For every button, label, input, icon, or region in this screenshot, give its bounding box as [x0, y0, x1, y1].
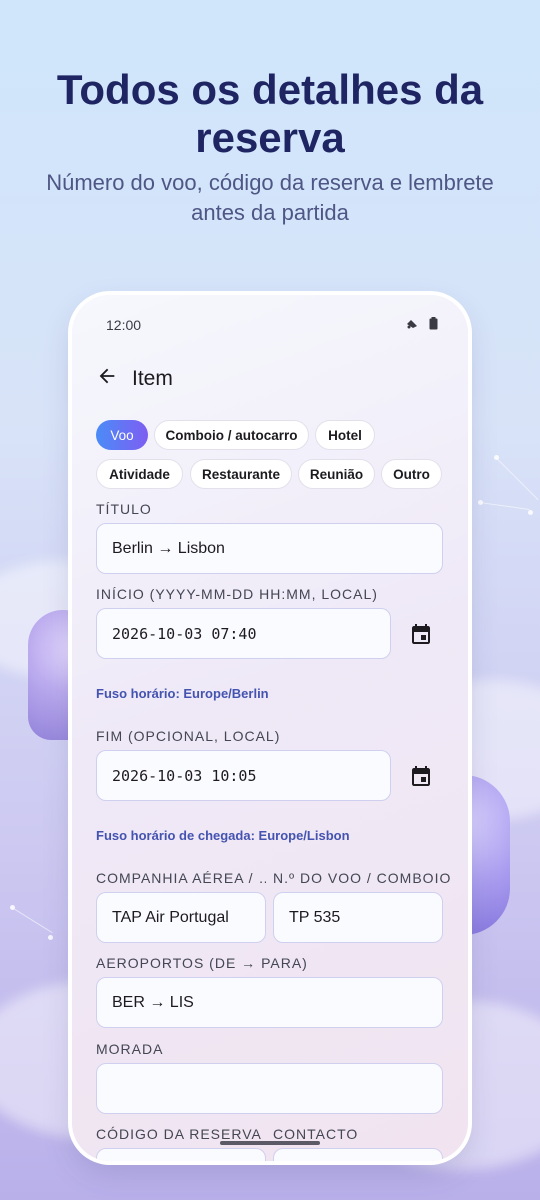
signal-icon	[405, 316, 419, 335]
app-bar: Item	[96, 365, 173, 392]
title-label: TÍTULO	[96, 501, 152, 517]
start-timezone-text: Fuso horário: Europe/Berlin	[96, 686, 269, 701]
airline-label: COMPANHIA AÉREA / …	[96, 870, 266, 886]
calendar-icon[interactable]	[409, 764, 433, 788]
title-field[interactable]: Berlin → Lisbon	[96, 523, 443, 574]
chip-atividade[interactable]: Atividade	[96, 459, 183, 489]
contact-field[interactable]	[273, 1148, 443, 1161]
end-timezone-text: Fuso horário de chegada: Europe/Lisbon	[96, 828, 350, 843]
booking-code-label: CÓDIGO DA RESERVA	[96, 1126, 262, 1142]
booking-code-field[interactable]	[96, 1148, 266, 1161]
status-icons	[405, 316, 438, 335]
status-time: 12:00	[106, 317, 142, 333]
arrow-back-icon[interactable]	[96, 365, 118, 392]
airline-field[interactable]: TAP Air Portugal	[96, 892, 266, 943]
airports-field[interactable]: BER → LIS	[96, 977, 443, 1028]
end-datetime-field[interactable]: 2026-10-03 10:05	[96, 750, 391, 801]
home-indicator	[220, 1141, 320, 1145]
end-label: FIM (OPCIONAL, LOCAL)	[96, 728, 281, 744]
chip-hotel[interactable]: Hotel	[315, 420, 375, 450]
chip-comboio-autocarro[interactable]: Comboio / autocarro	[154, 420, 309, 450]
chip-outro[interactable]: Outro	[381, 459, 442, 489]
start-label: INÍCIO (YYYY-MM-DD HH:MM, LOCAL)	[96, 586, 378, 602]
airports-label: AEROPORTOS (DE → PARA)	[96, 955, 308, 971]
calendar-icon[interactable]	[409, 622, 433, 646]
app-screen: 12:00 Item Voo Comboio / autocarro Hotel…	[72, 295, 468, 1161]
address-field[interactable]	[96, 1063, 443, 1114]
flight-number-field[interactable]: TP 535	[273, 892, 443, 943]
promo-headline: Todos os detalhes da reserva	[56, 66, 484, 161]
chip-reuniao[interactable]: Reunião	[298, 459, 375, 489]
chip-voo[interactable]: Voo	[96, 420, 148, 450]
app-title: Item	[132, 366, 173, 390]
flight-number-label: N.º DO VOO / COMBOIO	[273, 870, 452, 886]
chip-restaurante[interactable]: Restaurante	[190, 459, 292, 489]
address-label: MORADA	[96, 1041, 164, 1057]
promo-subline: Número do voo, código da reserva e lembr…	[46, 170, 494, 225]
battery-icon	[429, 316, 438, 335]
contact-label: CONTACTO	[273, 1126, 359, 1142]
start-datetime-field[interactable]: 2026-10-03 07:40	[96, 608, 391, 659]
phone-frame: 12:00 Item Voo Comboio / autocarro Hotel…	[72, 295, 468, 1161]
